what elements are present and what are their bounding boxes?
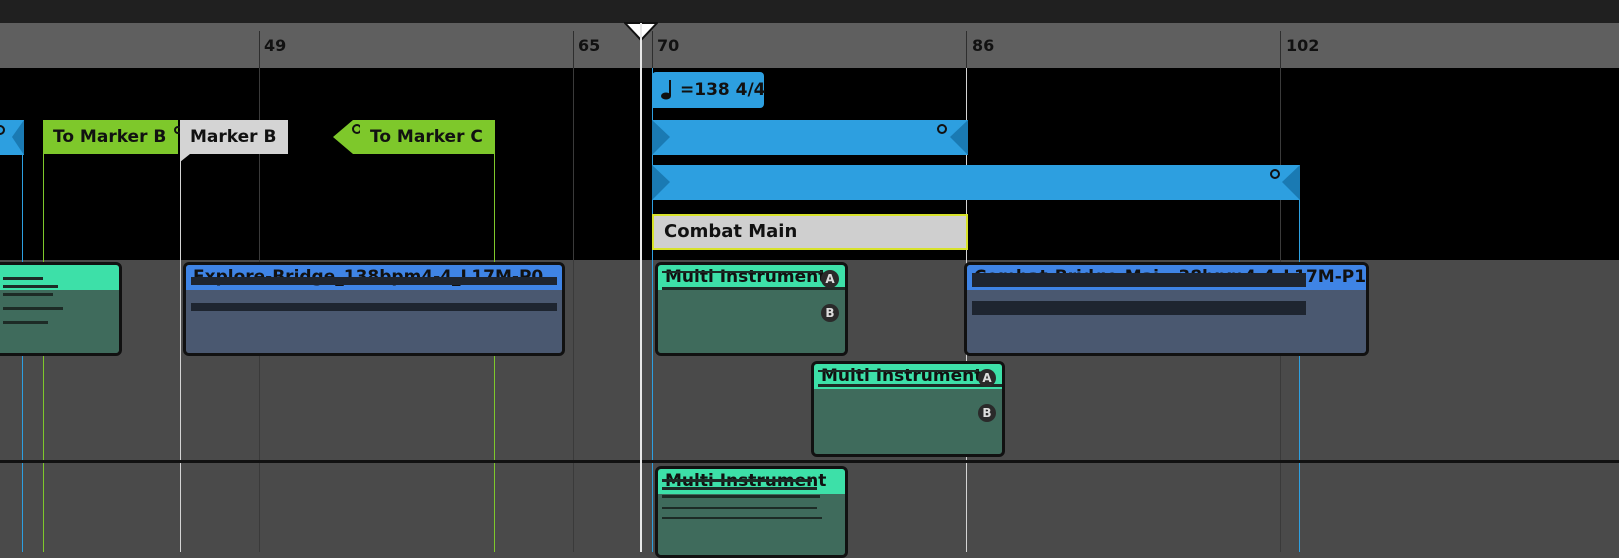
top-toolbar: [0, 0, 1619, 23]
variation-a-icon[interactable]: A: [821, 270, 839, 288]
midi-line: [662, 271, 822, 273]
transition-marker-to-b[interactable]: To Marker B: [43, 120, 178, 154]
transition-marker-to-c[interactable]: To Marker C: [360, 120, 495, 154]
midi-line: [662, 287, 845, 290]
region-bar-2[interactable]: [652, 165, 1300, 200]
multi-instrument-clip-1[interactable]: Multi Instrument A B: [655, 262, 848, 356]
variation-b-icon[interactable]: B: [978, 404, 996, 422]
midi-line: [818, 384, 1002, 387]
variation-a-icon[interactable]: A: [978, 369, 996, 387]
ruler-label-49: 49: [264, 36, 287, 55]
waveform: [191, 277, 557, 285]
midi-line: [662, 517, 822, 519]
clip-body: A B: [814, 369, 1002, 454]
segment-combat-main[interactable]: Combat Main: [652, 214, 968, 250]
ruler-tick: [259, 31, 260, 68]
audio-clip-combat-bridge[interactable]: Combat-Bridge-Mai...38bpm4-4_L17M-P1B: [964, 262, 1369, 356]
ruler-tick: [1280, 31, 1281, 68]
multi-instrument-clip-2[interactable]: Multi Instrument A B: [811, 361, 1005, 457]
marker-line: [180, 120, 181, 552]
clip-body: [186, 277, 562, 353]
ruler-label-70: 70: [657, 36, 680, 55]
quarter-note-icon: [661, 80, 671, 100]
ruler-tick: [573, 31, 574, 68]
track-divider: [0, 460, 1619, 463]
midi-line: [3, 293, 53, 296]
ruler-tick: [966, 31, 967, 68]
region-bar-1[interactable]: [652, 120, 968, 155]
midi-line: [3, 307, 63, 310]
tempo-marker[interactable]: =138 4/4: [652, 72, 766, 108]
clip-body: [0, 277, 119, 353]
multi-instrument-clip-partial[interactable]: [0, 262, 122, 356]
midi-line: [3, 285, 58, 288]
waveform: [972, 273, 1306, 287]
transition-arrow: [333, 120, 363, 154]
waveform: [972, 301, 1306, 315]
tempo-label: =138 4/4: [680, 80, 766, 100]
marker-b[interactable]: Marker B: [180, 120, 288, 154]
midi-line: [662, 487, 817, 490]
midi-line: [662, 479, 812, 482]
midi-line: [818, 370, 978, 372]
ruler-label-86: 86: [972, 36, 995, 55]
multi-instrument-clip-3[interactable]: Multi Instrument: [655, 466, 848, 558]
playhead-line: [640, 23, 642, 552]
marker-label: To Marker C: [370, 127, 483, 147]
grid-line: [573, 68, 574, 552]
variation-b-icon[interactable]: B: [821, 304, 839, 322]
marker-line: [1299, 165, 1300, 552]
timeline-ruler[interactable]: 49 65 70 86 102: [0, 23, 1619, 68]
marker-label: To Marker B: [53, 127, 167, 147]
clip-body: [658, 479, 845, 555]
midi-line: [662, 507, 817, 509]
midi-line: [3, 277, 43, 280]
segment-label: Combat Main: [664, 221, 798, 242]
marker-flag-tail: [180, 154, 190, 162]
waveform: [191, 303, 557, 311]
ruler-label-65: 65: [578, 36, 601, 55]
midi-line: [3, 321, 48, 324]
marker-label: Marker B: [190, 127, 277, 147]
ruler-label-102: 102: [1286, 36, 1320, 55]
clip-body: A B: [658, 270, 845, 353]
midi-line: [662, 495, 820, 498]
audio-clip-explore-bridge[interactable]: Explore-Bridge_138bpm4-4_L17M-P0: [183, 262, 565, 356]
partial-flag-left: [0, 120, 24, 155]
clip-body: [967, 273, 1366, 353]
